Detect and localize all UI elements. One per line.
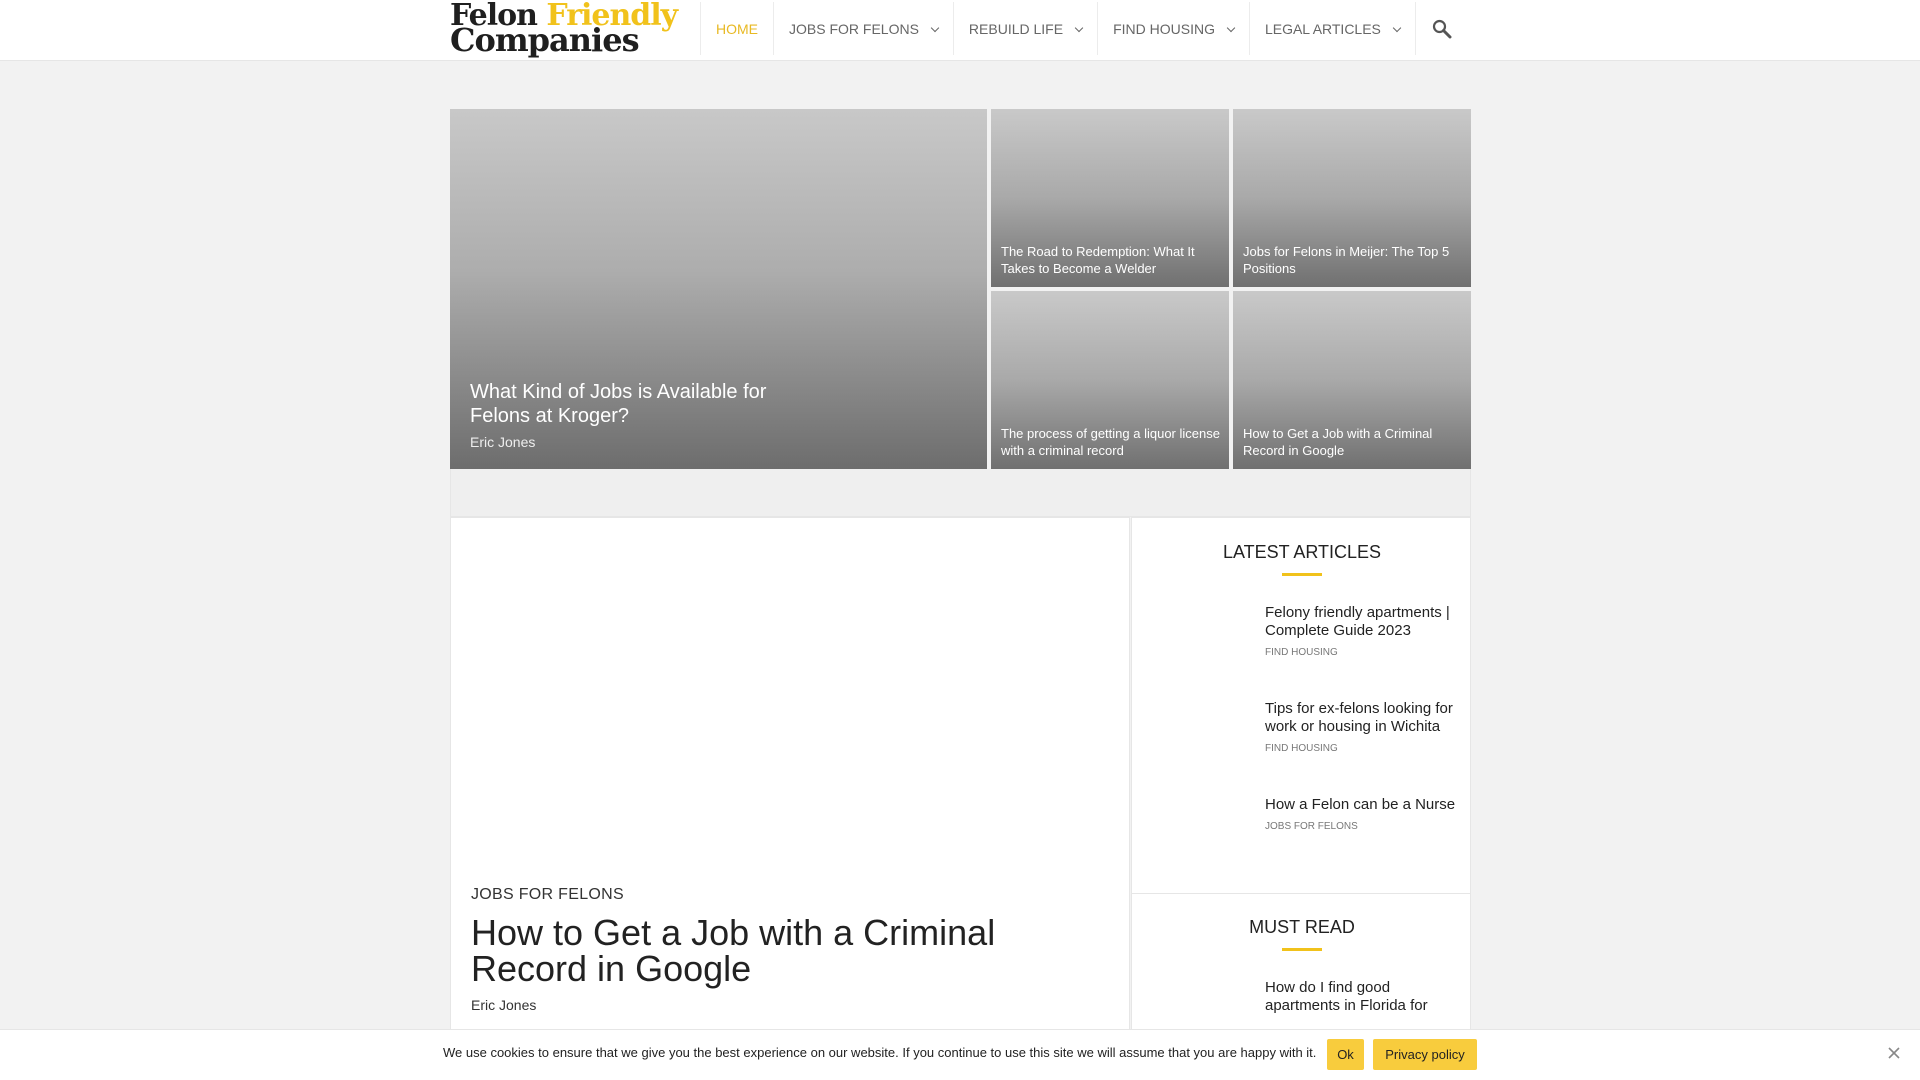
- article-link[interactable]: Tips for ex-felons looking for work or h…: [1265, 700, 1460, 736]
- article-category[interactable]: FIND HOUSING: [1265, 647, 1460, 658]
- article-category[interactable]: JOBS FOR FELONS: [1265, 821, 1460, 832]
- must-read-heading: MUST READ: [1132, 917, 1472, 951]
- cookie-message: We use cookies to ensure that we give yo…: [443, 1045, 1317, 1060]
- heading-underline: [1282, 948, 1322, 951]
- main-nav: HOME JOBS FOR FELONS REBUILD LIFE FIND H…: [700, 0, 1416, 55]
- article-link[interactable]: How a Felon can be a Nurse: [1265, 796, 1460, 814]
- nav-label: JOBS FOR FELONS: [789, 20, 919, 37]
- search-icon[interactable]: [1432, 19, 1452, 39]
- hero-featured-title[interactable]: What Kind of Jobs is Available for Felon…: [470, 380, 830, 428]
- list-item[interactable]: How a Felon can be a Nurse JOBS FOR FELO…: [1265, 796, 1460, 832]
- cookie-notice: We use cookies to ensure that we give yo…: [0, 1029, 1920, 1080]
- nav-divider: [1414, 2, 1416, 55]
- chevron-down-icon: [1074, 23, 1084, 32]
- hero-tile[interactable]: The Road to Redemption: What It Takes to…: [991, 109, 1229, 287]
- hero-tile-title[interactable]: Jobs for Felons in Meijer: The Top 5 Pos…: [1243, 243, 1463, 277]
- nav-label: REBUILD LIFE: [968, 20, 1064, 37]
- nav-label: HOME: [716, 20, 758, 37]
- main-article: JOBS FOR FELONS How to Get a Job with a …: [450, 517, 1130, 1080]
- hero-tile[interactable]: Jobs for Felons in Meijer: The Top 5 Pos…: [1233, 109, 1471, 287]
- nav-item-rebuild-life[interactable]: REBUILD LIFE: [952, 2, 1097, 55]
- hero-tile[interactable]: How to Get a Job with a Criminal Record …: [1233, 291, 1471, 469]
- hero-tile[interactable]: The process of getting a liquor license …: [991, 291, 1229, 469]
- article-category[interactable]: FIND HOUSING: [1265, 743, 1460, 754]
- hero-bottom-strip: [450, 469, 1471, 517]
- widget-title-label: LATEST ARTICLES: [1222, 542, 1382, 562]
- widget-title-label: MUST READ: [1249, 917, 1355, 937]
- article-category[interactable]: JOBS FOR FELONS: [471, 886, 624, 904]
- chevron-down-icon: [1226, 23, 1236, 32]
- nav-item-home[interactable]: HOME: [700, 2, 773, 55]
- list-item[interactable]: Tips for ex-felons looking for work or h…: [1265, 700, 1460, 754]
- nav-label: LEGAL ARTICLES: [1264, 20, 1381, 37]
- heading-underline: [1282, 573, 1322, 576]
- hero-featured-post[interactable]: What Kind of Jobs is Available for Felon…: [450, 109, 987, 469]
- site-header: Felon Friendly Companies HOME JOBS FOR F…: [0, 0, 1920, 61]
- widget-divider: [1132, 893, 1470, 894]
- article-author[interactable]: Eric Jones: [471, 997, 536, 1013]
- site-logo[interactable]: Felon Friendly Companies: [450, 1, 678, 59]
- latest-articles-heading: LATEST ARTICLES: [1132, 542, 1472, 576]
- nav-item-jobs-for-felons[interactable]: JOBS FOR FELONS: [773, 2, 953, 55]
- nav-label: FIND HOUSING: [1113, 20, 1215, 37]
- privacy-policy-button[interactable]: Privacy policy: [1373, 1039, 1477, 1070]
- hero-featured-author[interactable]: Eric Jones: [470, 434, 535, 450]
- close-icon[interactable]: [1887, 1046, 1901, 1060]
- list-item[interactable]: How do I find good apartments in Florida…: [1265, 979, 1460, 1015]
- nav-item-legal-articles[interactable]: LEGAL ARTICLES: [1248, 2, 1415, 55]
- nav-item-find-housing[interactable]: FIND HOUSING: [1097, 2, 1249, 55]
- hero-tile-title[interactable]: The Road to Redemption: What It Takes to…: [1001, 243, 1221, 277]
- hero-tile-title[interactable]: The process of getting a liquor license …: [1001, 425, 1221, 459]
- article-link[interactable]: How do I find good apartments in Florida…: [1265, 979, 1460, 1015]
- chevron-down-icon: [930, 23, 940, 32]
- logo-word-companies: Companies: [450, 21, 640, 59]
- cookie-ok-button[interactable]: Ok: [1327, 1039, 1364, 1070]
- list-item[interactable]: Felony friendly apartments | Complete Gu…: [1265, 604, 1460, 658]
- article-title[interactable]: How to Get a Job with a Criminal Record …: [471, 915, 1111, 987]
- hero-tile-title[interactable]: How to Get a Job with a Criminal Record …: [1243, 425, 1463, 459]
- article-link[interactable]: Felony friendly apartments | Complete Gu…: [1265, 604, 1460, 640]
- sidebar: LATEST ARTICLES Felony friendly apartmen…: [1131, 517, 1471, 1080]
- chevron-down-icon: [1392, 23, 1402, 32]
